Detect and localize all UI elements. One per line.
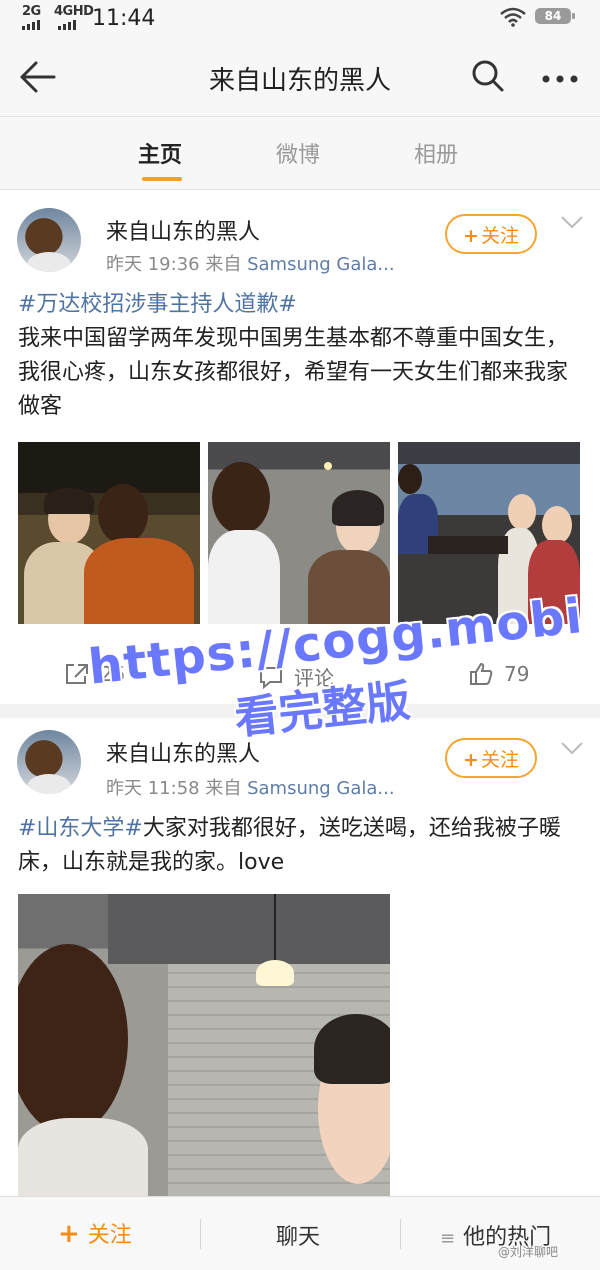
post-author[interactable]: 来自山东的黑人: [106, 214, 260, 246]
post-text: #山东大学#大家对我都很好，送吃送喝，还给我被子暖床，山东就是我的家。love: [18, 812, 584, 880]
divider: [400, 1219, 401, 1249]
post-meta: 昨天 19:36 来自 Samsung Gala...: [106, 250, 395, 276]
post-time: 昨天 11:58: [106, 778, 200, 799]
repost-icon: [66, 664, 88, 684]
bottom-bar: + 关注 聊天 ≡ 他的热门 @刘洋聊吧: [0, 1196, 600, 1270]
post-time: 昨天 19:36: [106, 254, 200, 275]
battery-icon: 84: [535, 8, 575, 24]
page-title: 来自山东的黑人: [208, 66, 391, 96]
more-icon[interactable]: [540, 74, 580, 84]
nav-bar: 来自山东的黑人: [0, 36, 600, 117]
signal-4g-label: 4GHD: [54, 4, 94, 19]
signal-2g-label: 2G: [22, 4, 41, 19]
signal-bars-icon-2: [58, 20, 76, 30]
chevron-down-icon[interactable]: [560, 740, 584, 756]
plus-icon: +: [463, 225, 479, 247]
search-icon[interactable]: [470, 58, 506, 94]
post-source: Samsung Gala...: [247, 254, 395, 275]
follow-label: 关注: [480, 225, 519, 247]
post-meta: 昨天 11:58 来自 Samsung Gala...: [106, 774, 395, 800]
follow-label: 关注: [480, 749, 519, 771]
active-tab-indicator: [142, 177, 182, 181]
menu-icon: ≡: [440, 1228, 456, 1249]
plus-icon: +: [463, 749, 479, 771]
status-bar: 2G 4GHD 11:44 84: [0, 0, 600, 36]
tab-weibo[interactable]: 微博: [276, 137, 320, 169]
clock: 11:44: [92, 6, 156, 31]
chevron-down-icon[interactable]: [560, 214, 584, 230]
divider: [200, 1219, 201, 1249]
post-hashtag[interactable]: #山东大学#: [18, 816, 143, 841]
post-photo-2[interactable]: [208, 442, 390, 624]
avatar[interactable]: [17, 730, 81, 794]
bottom-follow-button[interactable]: + 关注: [58, 1217, 132, 1249]
post-source-prefix: 来自: [205, 778, 242, 799]
bottom-follow-label: 关注: [87, 1223, 132, 1248]
image-credit: @刘洋聊吧: [498, 1245, 559, 1259]
avatar[interactable]: [17, 208, 81, 272]
profile-tabs: 主页 微博 相册: [0, 117, 600, 190]
post-source: Samsung Gala...: [247, 778, 395, 799]
wifi-icon: [500, 7, 526, 27]
post-body: 我来中国留学两年发现中国男生基本都不尊重中国女生，我很心疼，山东女孩都很好，希望…: [18, 326, 569, 419]
post-source-prefix: 来自: [205, 254, 242, 275]
post-photo[interactable]: [18, 894, 390, 1196]
tab-home[interactable]: 主页: [138, 137, 182, 169]
plus-icon: +: [58, 1219, 80, 1249]
post-text: #万达校招涉事主持人道歉# 我来中国留学两年发现中国男生基本都不尊重中国女生，我…: [18, 288, 584, 424]
follow-button[interactable]: + 关注: [445, 214, 537, 254]
post-hashtag[interactable]: #万达校招涉事主持人道歉#: [18, 288, 584, 322]
post-photo-1[interactable]: [18, 442, 200, 624]
follow-button[interactable]: + 关注: [445, 738, 537, 778]
signal-bars-icon: [22, 20, 40, 30]
tab-album[interactable]: 相册: [414, 137, 458, 169]
post-card[interactable]: 来自山东的黑人 昨天 11:58 来自 Samsung Gala... + 关注 …: [0, 718, 600, 1196]
chat-button[interactable]: 聊天: [276, 1219, 320, 1251]
